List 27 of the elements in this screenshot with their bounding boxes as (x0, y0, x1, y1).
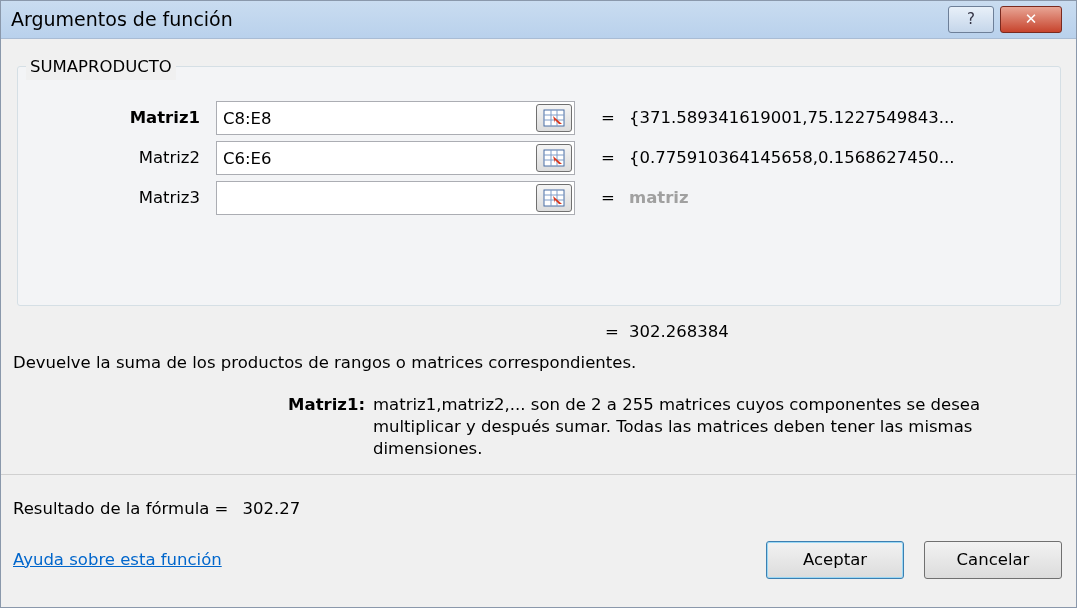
result-value: 302.268384 (629, 321, 729, 343)
argument-result: {371.589341619001,75.1227549843... (629, 106, 955, 129)
argument-result: matriz (629, 186, 689, 209)
window-title: Argumentos de función (11, 7, 234, 33)
dialog-button[interactable]: Aceptar (766, 541, 904, 580)
argument-field[interactable] (216, 181, 575, 215)
equals-sign: = (600, 106, 616, 129)
argument-help-text: matriz1,matriz2,... son de 2 a 255 matrices cuyos componentes se desea multiplicar y después sumar. Todas las matrices deben tener las mismas dimensiones. (373, 393, 982, 461)
help-link[interactable]: Ayuda sobre esta función (13, 547, 746, 573)
argument-field[interactable]: C8:E8 (216, 101, 575, 135)
formula-result-value: 302.27 (242, 498, 301, 521)
function-description: Devuelve la suma de los productos de rangos o matrices correspondientes. (12, 351, 638, 374)
argument-label: Matriz2 (137, 146, 201, 169)
equals-sign: = (605, 321, 620, 343)
help-button[interactable]: ? (948, 6, 994, 33)
argument-result: {0.775910364145658,0.1568627450... (629, 146, 955, 169)
argument-help-label: Matriz1: (287, 393, 366, 416)
equals-sign: = (600, 146, 616, 169)
formula-result-label: Resultado de la fórmula = (13, 498, 229, 521)
argument-label: Matriz3 (137, 186, 201, 209)
equals-sign: = (600, 186, 616, 209)
dialog-button[interactable]: Cancelar (924, 541, 1062, 580)
collapse-dialog-button[interactable] (536, 104, 572, 132)
argument-field[interactable]: C6:E6 (216, 141, 575, 175)
collapse-dialog-button[interactable] (536, 184, 572, 212)
argument-label: Matriz1 (128, 106, 201, 129)
collapse-dialog-button[interactable] (536, 144, 572, 172)
